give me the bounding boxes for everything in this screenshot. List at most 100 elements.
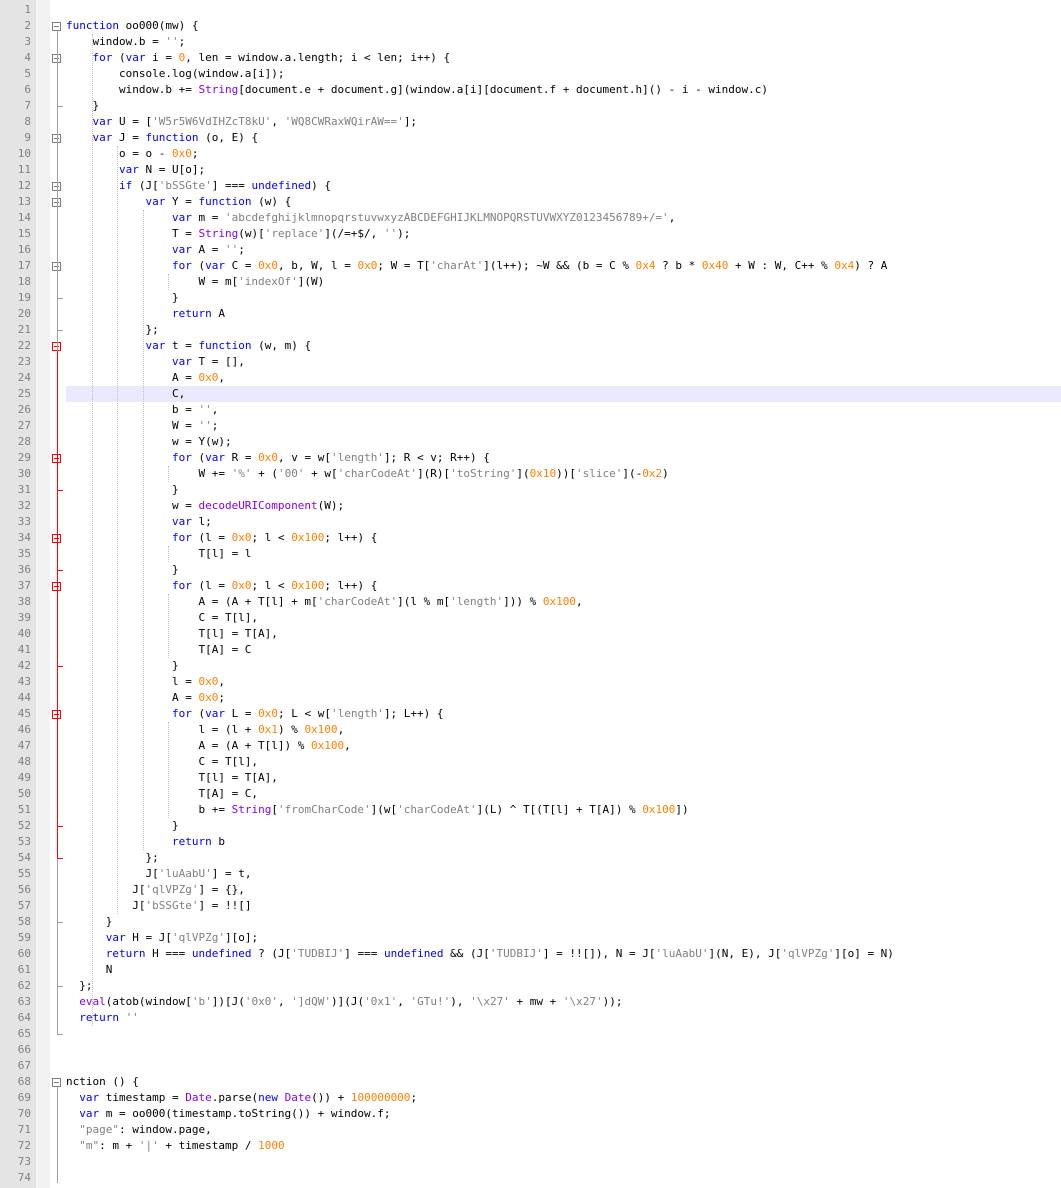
code-line[interactable]: if (J['bSSGte'] === undefined) {: [66, 178, 331, 194]
code-line[interactable]: var N = U[o];: [66, 162, 205, 178]
code-line[interactable]: var l;: [66, 514, 212, 530]
indent-guide: [168, 722, 169, 818]
code-line[interactable]: window.b += String[document.e + document…: [66, 82, 768, 98]
line-number: 46: [17, 723, 31, 736]
code-line[interactable]: var Y = function (w) {: [66, 194, 291, 210]
code-line[interactable]: for (l = 0x0; l < 0x100; l++) {: [66, 578, 377, 594]
code-line[interactable]: }: [66, 290, 179, 306]
code-line[interactable]: l = (l + 0x1) % 0x100,: [66, 722, 344, 738]
current-line-highlight: [66, 386, 1061, 402]
code-line[interactable]: W = m['indexOf'](W): [66, 274, 324, 290]
code-line[interactable]: var t = function (w, m) {: [66, 338, 311, 354]
code-line[interactable]: w = decodeURIComponent(W);: [66, 498, 344, 514]
line-number: 17: [17, 259, 31, 272]
code-line[interactable]: T[l] = T[A],: [66, 626, 277, 642]
line-number: 32: [17, 499, 31, 512]
code-line[interactable]: T[l] = l: [66, 546, 251, 562]
code-line[interactable]: "m": m + '|' + timestamp / 1000: [66, 1138, 284, 1154]
code-line[interactable]: T[A] = C,: [66, 786, 258, 802]
line-number: 44: [17, 691, 31, 704]
fold-margin: [36, 0, 50, 1188]
code-line[interactable]: nction () {: [66, 1074, 139, 1090]
line-number: 2: [24, 19, 31, 32]
line-number: 35: [17, 547, 31, 560]
code-line[interactable]: w = Y(w);: [66, 434, 232, 450]
code-line[interactable]: T[l] = T[A],: [66, 770, 277, 786]
code-line[interactable]: C = T[l],: [66, 754, 258, 770]
code-line[interactable]: var m = oo000(timestamp.toString()) + wi…: [66, 1106, 390, 1122]
line-number: 72: [17, 1139, 31, 1152]
code-line[interactable]: return A: [66, 306, 225, 322]
line-number: 9: [24, 131, 31, 144]
code-line[interactable]: for (var i = 0, len = window.a.length; i…: [66, 50, 451, 66]
code-line[interactable]: return b: [66, 834, 225, 850]
code-line[interactable]: C = T[l],: [66, 610, 258, 626]
line-number: 66: [17, 1043, 31, 1056]
fold-end-tick: [57, 666, 63, 667]
code-line[interactable]: console.log(window.a[i]);: [66, 66, 285, 82]
code-line[interactable]: A = 0x0,: [66, 370, 225, 386]
line-number: 65: [17, 1027, 31, 1040]
code-line[interactable]: for (var R = 0x0, v = w['length']; R < v…: [66, 450, 490, 466]
indent-guide: [92, 34, 93, 1026]
fold-toggle-icon[interactable]: [52, 22, 61, 31]
code-line[interactable]: window.b = '';: [66, 34, 185, 50]
line-number: 31: [17, 483, 31, 496]
line-number: 53: [17, 835, 31, 848]
line-number: 25: [17, 387, 31, 400]
code-line[interactable]: return H === undefined ? (J['TUDBIJ'] ==…: [66, 946, 894, 962]
code-line[interactable]: b += String['fromCharCode'](w['charCodeA…: [66, 802, 688, 818]
code-line[interactable]: var U = ['W5r5W6VdIHZcT8kU', 'WQ8CWRaxWQ…: [66, 114, 418, 130]
code-line[interactable]: J['bSSGte'] = !![]: [66, 898, 251, 914]
fold-end-tick: [57, 922, 63, 923]
code-line[interactable]: var m = 'abcdefghijklmnopqrstuvwxyzABCDE…: [66, 210, 675, 226]
code-line[interactable]: var J = function (o, E) {: [66, 130, 259, 146]
code-line[interactable]: A = 0x0;: [66, 690, 225, 706]
code-line[interactable]: }: [66, 914, 113, 930]
line-number: 14: [17, 211, 31, 224]
code-line[interactable]: }: [66, 482, 179, 498]
code-line[interactable]: for (l = 0x0; l < 0x100; l++) {: [66, 530, 377, 546]
code-line[interactable]: }: [66, 562, 179, 578]
code-line[interactable]: for (var C = 0x0, b, W, l = 0x0; W = T['…: [66, 258, 887, 274]
fold-range-line: [57, 351, 58, 859]
code-line[interactable]: "page": window.page,: [66, 1122, 211, 1138]
line-number: 60: [17, 947, 31, 960]
code-line[interactable]: o = o - 0x0;: [66, 146, 199, 162]
code-line[interactable]: };: [66, 850, 158, 866]
code-editor[interactable]: 1 2 function oo000(mw) {3 window.b = ''; 4 …: [0, 0, 1061, 1188]
code-line[interactable]: var H = J['qlVPZg'][o];: [66, 930, 258, 946]
code-line[interactable]: var timestamp = Date.parse(new Date()) +…: [66, 1090, 417, 1106]
line-number: 38: [17, 595, 31, 608]
line-number: 6: [24, 83, 31, 96]
code-line[interactable]: l = 0x0,: [66, 674, 225, 690]
code-line[interactable]: eval(atob(window['b'])[J('0x0', ']dQW')]…: [66, 994, 622, 1010]
code-line[interactable]: C,: [66, 386, 185, 402]
code-line[interactable]: T[A] = C: [66, 642, 251, 658]
line-number: 74: [17, 1171, 31, 1184]
fold-end-tick: [57, 106, 63, 107]
code-line[interactable]: };: [66, 322, 158, 338]
line-number: 16: [17, 243, 31, 256]
code-line[interactable]: }: [66, 658, 179, 674]
line-number: 27: [17, 419, 31, 432]
line-number: 4: [24, 51, 31, 64]
code-line[interactable]: A = (A + T[l]) % 0x100,: [66, 738, 350, 754]
code-line[interactable]: }: [66, 98, 99, 114]
line-number: 41: [17, 643, 31, 656]
code-line[interactable]: }: [66, 818, 179, 834]
fold-toggle-icon[interactable]: [52, 1078, 61, 1087]
indent-guide: [143, 210, 144, 850]
code-line[interactable]: };: [66, 978, 92, 994]
code-line[interactable]: for (var L = 0x0; L < w['length']; L++) …: [66, 706, 444, 722]
code-line[interactable]: W += '%' + ('00' + w['charCodeAt'](R)['t…: [66, 466, 668, 482]
line-number: 47: [17, 739, 31, 752]
line-number: 45: [17, 707, 31, 720]
code-line[interactable]: N: [66, 962, 113, 978]
code-line[interactable]: J['luAabU'] = t,: [66, 866, 251, 882]
code-line[interactable]: return '': [66, 1010, 139, 1026]
line-number: 58: [17, 915, 31, 928]
code-line[interactable]: function oo000(mw) {: [66, 18, 198, 34]
line-number: 1: [24, 3, 31, 16]
line-number: 68: [17, 1075, 31, 1088]
